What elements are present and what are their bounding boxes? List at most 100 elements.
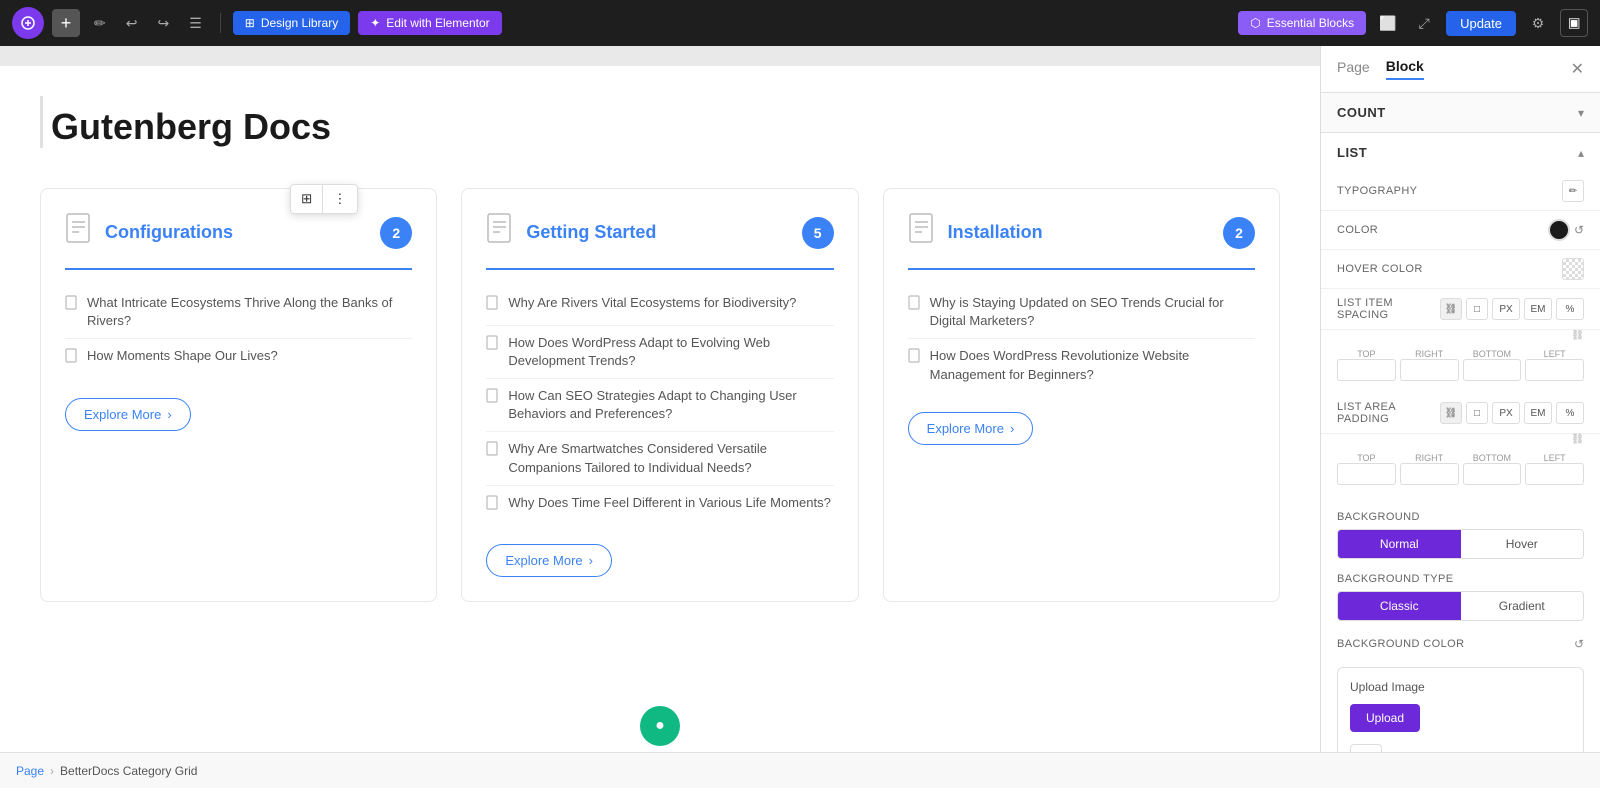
hover-color-swatch[interactable] <box>1562 258 1584 280</box>
padding-percent-button[interactable]: % <box>1556 402 1584 424</box>
background-type-group: Classic Gradient <box>1337 591 1584 621</box>
more-options-button[interactable]: ☰ <box>183 11 208 36</box>
doc-list-icon <box>65 295 79 317</box>
left-spacing-input[interactable] <box>1525 359 1584 381</box>
block-more-options-button[interactable]: ⋮ <box>323 185 356 213</box>
bg-color-refresh-button[interactable]: ↺ <box>1574 637 1584 651</box>
sidebar: Page Block ✕ Count ▾ List ▴ TYPOGRAPHY <box>1320 46 1600 752</box>
installation-divider <box>908 268 1255 270</box>
breadcrumb-separator: › <box>50 764 54 778</box>
undo-button[interactable]: ↩ <box>120 11 144 36</box>
padding-top-input[interactable] <box>1337 463 1396 485</box>
list-item: Why Does Time Feel Different in Various … <box>486 486 833 525</box>
essential-blocks-label: Essential Blocks <box>1267 16 1354 30</box>
spacing-percent-button[interactable]: % <box>1556 298 1584 320</box>
update-button[interactable]: Update <box>1446 11 1516 36</box>
canvas-area: ⊞ ⋮ Gutenberg Docs <box>0 46 1320 752</box>
spacing-px-button[interactable]: PX <box>1492 298 1520 320</box>
explore-label: Explore More <box>927 421 1004 436</box>
background-label: BACKGROUND <box>1321 505 1600 529</box>
color-swatch[interactable] <box>1548 219 1570 241</box>
right-label-cell: Right <box>1400 349 1459 381</box>
background-color-label: BACKGROUND COLOR <box>1337 638 1464 650</box>
arrow-right-icon: › <box>1010 421 1014 436</box>
list-section-header[interactable]: List ▴ <box>1321 133 1600 172</box>
hover-toggle-button[interactable]: Hover <box>1461 530 1584 558</box>
add-block-button[interactable]: + <box>52 9 80 37</box>
main-layout: ⊞ ⋮ Gutenberg Docs <box>0 46 1600 752</box>
typography-edit-button[interactable]: ✏ <box>1562 180 1584 202</box>
installation-explore-btn[interactable]: Explore More › <box>908 412 1034 445</box>
design-library-icon: ⊞ <box>245 16 255 30</box>
padding-top-cell: Top <box>1337 453 1396 485</box>
padding-em-button[interactable]: EM <box>1524 402 1552 424</box>
list-item: How Moments Shape Our Lives? <box>65 339 412 378</box>
padding-left-cell: Left <box>1525 453 1584 485</box>
external-link-button[interactable]: ⤢ <box>1410 9 1438 37</box>
sidebar-toggle-button[interactable]: ▣ <box>1560 9 1588 37</box>
design-library-button[interactable]: ⊞ Design Library <box>233 11 350 35</box>
top-spacing-input[interactable] <box>1337 359 1396 381</box>
installation-count: 2 <box>1223 217 1255 249</box>
installation-list: Why is Staying Updated on SEO Trends Cru… <box>908 286 1255 392</box>
list-area-padding-control: ⛓ □ PX EM % <box>1440 402 1584 424</box>
logo[interactable] <box>12 7 44 39</box>
padding-px-button[interactable]: PX <box>1492 402 1520 424</box>
normal-toggle-button[interactable]: Normal <box>1338 530 1461 558</box>
classic-type-button[interactable]: Classic <box>1338 592 1461 620</box>
media-library-button[interactable] <box>1350 744 1382 752</box>
list-area-padding-label: List Area Padding <box>1337 401 1440 425</box>
upload-image-section: Upload Image Upload <box>1337 667 1584 752</box>
breadcrumb-bar: Page › BetterDocs Category Grid <box>0 752 1600 788</box>
doc-card-header: Getting Started 5 <box>486 213 833 252</box>
sidebar-close-button[interactable]: ✕ <box>1571 59 1584 79</box>
edit-elementor-button[interactable]: ✦ Edit with Elementor <box>358 11 501 35</box>
right-spacing-input[interactable] <box>1400 359 1459 381</box>
tab-block[interactable]: Block <box>1386 58 1424 80</box>
count-section[interactable]: Count ▾ <box>1321 93 1600 133</box>
dot-icon: ● <box>655 717 665 735</box>
canvas-inner: ⊞ ⋮ Gutenberg Docs <box>0 66 1320 752</box>
background-toggle-group: Normal Hover <box>1337 529 1584 559</box>
getting-started-explore-btn[interactable]: Explore More › <box>486 544 612 577</box>
pencil-button[interactable]: ✏ <box>88 11 112 36</box>
block-grid-view-button[interactable]: ⊞ <box>291 185 323 213</box>
padding-right-input[interactable] <box>1400 463 1459 485</box>
desktop-view-button[interactable]: ⬜ <box>1374 9 1402 37</box>
gradient-type-button[interactable]: Gradient <box>1461 592 1584 620</box>
doc-card-installation: Installation 2 Why is Staying Updated on… <box>883 188 1280 602</box>
settings-button[interactable]: ⚙ <box>1524 9 1552 37</box>
bottom-spacing-input[interactable] <box>1463 359 1522 381</box>
essential-blocks-button[interactable]: ⬡ Essential Blocks <box>1238 11 1366 35</box>
getting-started-title: Getting Started <box>526 222 789 243</box>
configurations-explore-btn[interactable]: Explore More › <box>65 398 191 431</box>
explore-label: Explore More <box>84 407 161 422</box>
upload-image-title: Upload Image <box>1350 680 1571 694</box>
color-label: COLOR <box>1337 224 1378 236</box>
docs-grid: Configurations 2 What Intricate Ecosyste… <box>40 188 1280 602</box>
padding-left-input[interactable] <box>1525 463 1584 485</box>
redo-button[interactable]: ↪ <box>151 11 175 36</box>
list-chevron-icon: ▴ <box>1578 146 1584 160</box>
spacing-link-button[interactable]: ⛓ <box>1440 298 1462 320</box>
block-toolbar: ⊞ ⋮ <box>290 184 358 214</box>
upload-button[interactable]: Upload <box>1350 704 1420 732</box>
upload-label: Upload <box>1366 711 1404 725</box>
configurations-title: Configurations <box>105 222 368 243</box>
arrow-right-icon: › <box>589 553 593 568</box>
configurations-divider <box>65 268 412 270</box>
spacing-unlink-button[interactable]: □ <box>1466 298 1488 320</box>
color-refresh-button[interactable]: ↺ <box>1574 223 1584 237</box>
breadcrumb-page[interactable]: Page <box>16 764 44 778</box>
padding-link-button[interactable]: ⛓ <box>1440 402 1462 424</box>
hover-color-label: HOVER COLOR <box>1337 263 1423 275</box>
hover-color-row: HOVER COLOR <box>1321 250 1600 289</box>
list-area-padding-row: List Area Padding ⛓ □ PX EM % <box>1321 393 1600 434</box>
padding-bottom-input[interactable] <box>1463 463 1522 485</box>
getting-started-divider <box>486 268 833 270</box>
spacing-em-button[interactable]: EM <box>1524 298 1552 320</box>
sidebar-content: Count ▾ List ▴ TYPOGRAPHY ✏ COL <box>1321 93 1600 752</box>
padding-unlink-button[interactable]: □ <box>1466 402 1488 424</box>
doc-icon <box>486 213 514 252</box>
tab-page[interactable]: Page <box>1337 58 1370 80</box>
